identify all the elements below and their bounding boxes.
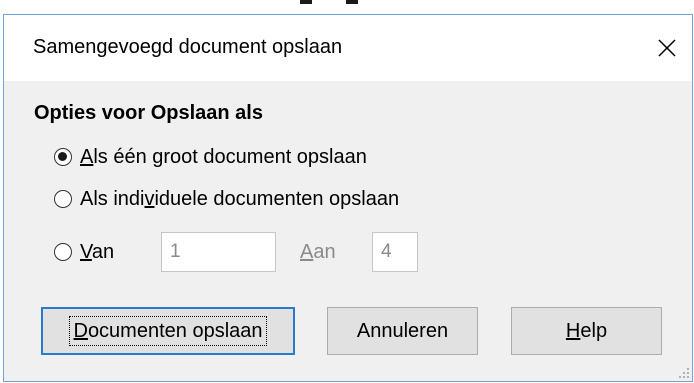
- radio-save-single-label: Als één groot document opslaan: [80, 145, 367, 168]
- cancel-button[interactable]: Annuleren: [327, 307, 478, 355]
- background-strip: [0, 0, 694, 14]
- radio-range-from-label: Van: [80, 240, 115, 263]
- save-documents-button[interactable]: Documenten opslaan: [41, 307, 295, 355]
- range-from-field[interactable]: 1: [161, 232, 276, 272]
- section-label: Opties voor Opslaan als: [34, 102, 263, 124]
- radio-button[interactable]: [54, 190, 72, 208]
- radio-save-single[interactable]: Als één groot document opslaan: [54, 142, 367, 172]
- cancel-label: Annuleren: [356, 319, 449, 342]
- radio-button-checked[interactable]: [54, 148, 72, 166]
- help-button[interactable]: Help: [511, 307, 662, 355]
- range-to-field[interactable]: 4: [372, 232, 418, 272]
- resize-grip-icon[interactable]: [678, 367, 690, 379]
- background-fragment: [300, 0, 312, 4]
- radio-button[interactable]: [54, 243, 72, 261]
- radio-save-individual-label: Als individuele documenten opslaan: [80, 187, 400, 210]
- close-button[interactable]: [642, 15, 692, 81]
- save-documents-label: Documenten opslaan: [69, 316, 267, 346]
- range-to-label: Aan: [300, 241, 336, 263]
- dialog-content: Opties voor Opslaan als Als één groot do…: [4, 81, 692, 381]
- close-icon: [658, 39, 676, 57]
- save-merged-document-dialog: Samengevoegd document opslaan Opties voo…: [3, 14, 693, 382]
- radio-range-from[interactable]: Van: [54, 237, 114, 267]
- title-bar[interactable]: Samengevoegd document opslaan: [4, 15, 692, 81]
- help-label: Help: [565, 319, 608, 342]
- background-fragment: [346, 0, 358, 4]
- dialog-title: Samengevoegd document opslaan: [33, 36, 343, 58]
- radio-save-individual[interactable]: Als individuele documenten opslaan: [54, 184, 399, 214]
